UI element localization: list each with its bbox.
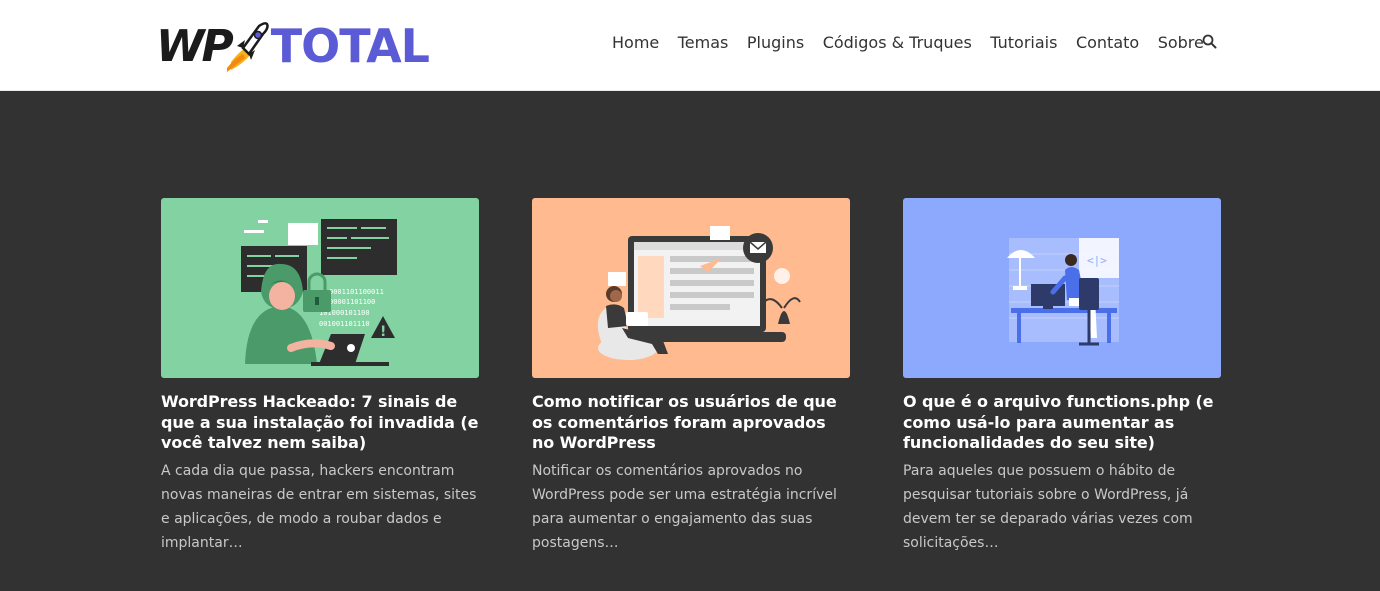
post-title[interactable]: Como notificar os usuários de que os com… <box>532 392 850 454</box>
nav-contato[interactable]: Contato <box>1076 33 1139 52</box>
rocket-icon <box>226 22 269 72</box>
post-excerpt: Para aqueles que possuem o hábito de pes… <box>903 462 1193 551</box>
svg-text:00001101100: 00001101100 <box>329 298 375 306</box>
main-nav: Home Temas Plugins Códigos & Truques Tut… <box>612 33 1222 52</box>
svg-text:<|>: <|> <box>1087 254 1107 267</box>
post-excerpt: Notificar os comentários aprovados no Wo… <box>532 462 837 551</box>
post-card: 0001101100011 00001101100 101000101100 0… <box>161 198 479 555</box>
nav-temas[interactable]: Temas <box>678 33 729 52</box>
svg-text:0001101100011: 0001101100011 <box>329 288 384 296</box>
nav-tutoriais[interactable]: Tutoriais <box>990 33 1057 52</box>
svg-text:!: ! <box>380 324 386 340</box>
post-card: <|> O que é o arquivo functions.php (e c… <box>903 198 1221 555</box>
post-title[interactable]: O que é o arquivo functions.php (e como … <box>903 392 1221 454</box>
logo-total-text: TOTAL <box>270 19 430 73</box>
post-thumbnail[interactable]: <|> <box>903 198 1221 378</box>
hacker-illustration: 0001101100011 00001101100 101000101100 0… <box>161 198 479 378</box>
nav-home[interactable]: Home <box>612 33 659 52</box>
nav-sobre[interactable]: Sobre <box>1158 33 1204 52</box>
laptop-notification-illustration <box>532 198 850 378</box>
svg-text:001001101110: 001001101110 <box>319 320 370 328</box>
nav-plugins[interactable]: Plugins <box>747 33 804 52</box>
post-excerpt: A cada dia que passa, hackers encontram … <box>161 462 477 551</box>
post-card: Como notificar os usuários de que os com… <box>532 198 850 555</box>
site-header: WP TOTAL Home Temas Plugins Códigos & Tr… <box>0 0 1380 91</box>
search-icon[interactable] <box>1201 33 1219 51</box>
post-thumbnail[interactable]: 0001101100011 00001101100 101000101100 0… <box>161 198 479 378</box>
nav-codigos-truques[interactable]: Códigos & Truques <box>823 33 972 52</box>
developer-desk-illustration: <|> <box>903 198 1221 378</box>
post-thumbnail[interactable] <box>532 198 850 378</box>
post-title[interactable]: WordPress Hackeado: 7 sinais de que a su… <box>161 392 479 454</box>
logo-wp-text: WP <box>156 20 234 72</box>
site-logo[interactable]: WP TOTAL <box>156 18 430 74</box>
